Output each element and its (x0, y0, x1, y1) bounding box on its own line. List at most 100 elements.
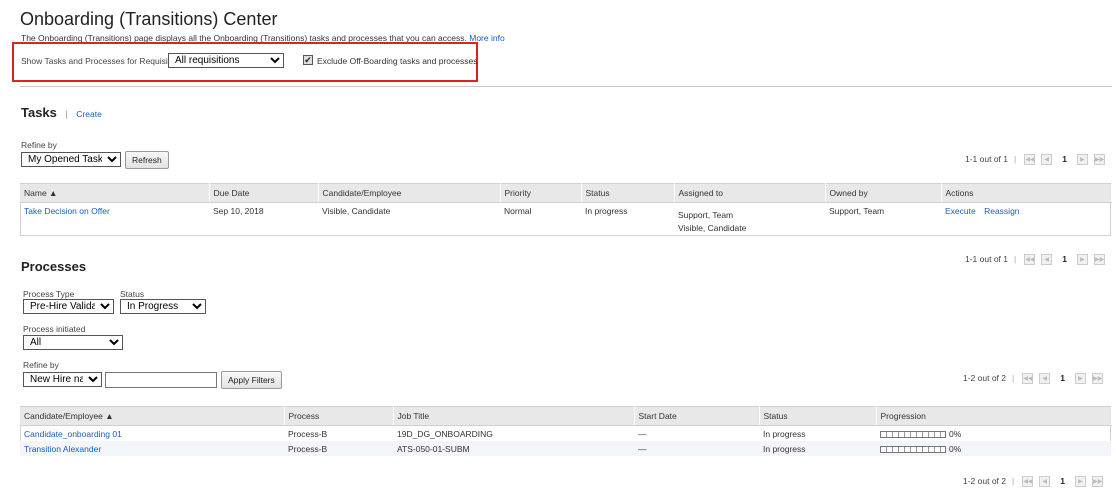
execute-link[interactable]: Execute (945, 206, 976, 216)
last-page-icon[interactable]: ▶▶ (1091, 372, 1103, 384)
refine-value-input[interactable] (105, 372, 217, 388)
process-progression: 0% (876, 441, 1111, 456)
progress-bar (880, 446, 946, 454)
prev-page-icon[interactable]: ◀ (1041, 153, 1053, 165)
col-assigned-to[interactable]: Assigned to (674, 183, 826, 203)
process-candidate-link[interactable]: Transition Alexander (24, 444, 101, 454)
task-status: In progress (585, 206, 628, 216)
processes-header-row: Candidate/Employee ▲ Process Job Title S… (20, 406, 1112, 426)
last-page-icon[interactable]: ▶▶ (1093, 253, 1105, 265)
task-priority: Normal (504, 206, 532, 216)
processes-pager-bottom-summary: 1-2 out of 2 (963, 476, 1007, 486)
exclude-offboarding-label: Exclude Off-Boarding tasks and processes (317, 56, 478, 66)
progress-percent: 0% (949, 444, 962, 454)
next-page-icon[interactable]: ▶ (1074, 475, 1086, 487)
last-page-icon[interactable]: ▶▶ (1093, 153, 1105, 165)
col-due-date[interactable]: Due Date (209, 183, 319, 203)
processes-refine-label: Refine by (23, 360, 59, 370)
divider (20, 86, 1112, 87)
processes-page-number: 1 (1060, 373, 1065, 383)
first-page-icon[interactable]: ◀◀ (1022, 475, 1034, 487)
process-start-date: — (638, 429, 647, 439)
processes-bottom-page-number: 1 (1060, 476, 1065, 486)
task-assignee-1: Support, Team (678, 210, 734, 220)
prev-page-icon[interactable]: ◀ (1039, 372, 1051, 384)
col-actions: Actions (941, 183, 1112, 203)
first-page-icon[interactable]: ◀◀ (1024, 253, 1036, 265)
refresh-button[interactable]: Refresh (125, 151, 169, 169)
exclude-offboarding-checkbox[interactable]: ✔ (303, 55, 313, 65)
tasks-title: Tasks (21, 105, 57, 120)
tasks-header-row: Name ▲ Due Date Candidate/Employee Prior… (20, 183, 1112, 203)
tasks-pager-summary: 1-1 out of 1 (965, 154, 1009, 164)
pager-separator: | (1012, 373, 1015, 383)
apply-filters-button[interactable]: Apply Filters (221, 371, 282, 389)
processes-pager: 1-2 out of 2 | ◀◀ ◀ 1 ▶ ▶▶ (963, 371, 1109, 385)
processes-top-page-number: 1 (1062, 254, 1067, 264)
process-start-date: — (634, 441, 759, 456)
requisitions-select[interactable]: All requisitions (168, 53, 284, 68)
tasks-page-number: 1 (1062, 154, 1067, 164)
first-page-icon[interactable]: ◀◀ (1024, 153, 1036, 165)
process-type-select[interactable]: Pre-Hire Validation (23, 299, 114, 314)
table-row: Transition Alexander Process-B ATS-050-0… (20, 441, 1111, 456)
task-candidate: Visible, Candidate (322, 206, 391, 216)
task-due-date: Sep 10, 2018 (213, 206, 264, 216)
page-title: Onboarding (Transitions) Center (20, 9, 278, 29)
table-row: Candidate_onboarding 01 Process-B 19D_DG… (20, 426, 1111, 442)
status-label: Status (120, 289, 145, 299)
progress-percent: 0% (949, 429, 962, 439)
col-process-status[interactable]: Status (759, 406, 877, 426)
pager-separator: | (1014, 254, 1017, 264)
processes-pager-bottom: 1-2 out of 2 | ◀◀ ◀ 1 ▶ ▶▶ (963, 474, 1109, 488)
col-priority[interactable]: Priority (500, 183, 582, 203)
col-start-date[interactable]: Start Date (634, 406, 760, 426)
processes-pager-top: 1-1 out of 1 | ◀◀ ◀ 1 ▶ ▶▶ (965, 252, 1111, 266)
process-type-label: Process Type (23, 289, 75, 299)
processes-pager-top-summary: 1-1 out of 1 (965, 254, 1009, 264)
tasks-separator: | (65, 109, 68, 119)
process-initiated-label: Process initiated (23, 324, 86, 334)
col-process[interactable]: Process (284, 406, 394, 426)
reassign-link[interactable]: Reassign (984, 206, 1019, 216)
processes-pager-summary: 1-2 out of 2 (963, 373, 1007, 383)
process-job-title: 19D_DG_ONBOARDING (397, 429, 493, 439)
pager-separator: | (1014, 154, 1017, 164)
processes-table: Candidate/Employee ▲ Process Job Title S… (20, 406, 1112, 456)
col-progression[interactable]: Progression (876, 406, 1112, 426)
col-owned-by[interactable]: Owned by (825, 183, 942, 203)
col-candidate[interactable]: Candidate/Employee (318, 183, 501, 203)
process-job-title: ATS-050-01-SUBM (393, 441, 634, 456)
prev-page-icon[interactable]: ◀ (1041, 253, 1053, 265)
tasks-refine-label: Refine by (21, 140, 57, 150)
tasks-pager: 1-1 out of 1 | ◀◀ ◀ 1 ▶ ▶▶ (965, 152, 1111, 166)
process-initiated-select[interactable]: All (23, 335, 123, 350)
tasks-heading: Tasks | Create (21, 105, 102, 120)
processes-refine-select[interactable]: New Hire name (23, 372, 102, 387)
pager-separator: | (1012, 476, 1015, 486)
create-task-link[interactable]: Create (76, 109, 102, 119)
status-select[interactable]: In Progress (120, 299, 206, 314)
col-candidate-employee[interactable]: Candidate/Employee ▲ (20, 406, 285, 426)
next-page-icon[interactable]: ▶ (1076, 253, 1088, 265)
col-job-title[interactable]: Job Title (393, 406, 635, 426)
process-name: Process-B (284, 441, 393, 456)
process-candidate-link[interactable]: Candidate_onboarding 01 (24, 429, 122, 439)
next-page-icon[interactable]: ▶ (1074, 372, 1086, 384)
task-assigned-to: Support, Team Visible, Candidate (674, 203, 825, 236)
table-row: Take Decision on Offer Sep 10, 2018 Visi… (20, 203, 1111, 236)
next-page-icon[interactable]: ▶ (1076, 153, 1088, 165)
last-page-icon[interactable]: ▶▶ (1091, 475, 1103, 487)
requisitions-label: Show Tasks and Processes for Requisition… (21, 56, 186, 66)
tasks-refine-select[interactable]: My Opened Tasks (21, 152, 121, 167)
first-page-icon[interactable]: ◀◀ (1022, 372, 1034, 384)
col-name[interactable]: Name ▲ (20, 183, 210, 203)
prev-page-icon[interactable]: ◀ (1039, 475, 1051, 487)
task-name-link[interactable]: Take Decision on Offer (24, 206, 110, 216)
col-status[interactable]: Status (581, 183, 675, 203)
process-status: In progress (759, 441, 876, 456)
tasks-table: Name ▲ Due Date Candidate/Employee Prior… (20, 183, 1112, 235)
processes-title: Processes (21, 259, 87, 274)
task-owned-by: Support, Team (829, 206, 885, 216)
task-assignee-2: Visible, Candidate (678, 223, 747, 233)
